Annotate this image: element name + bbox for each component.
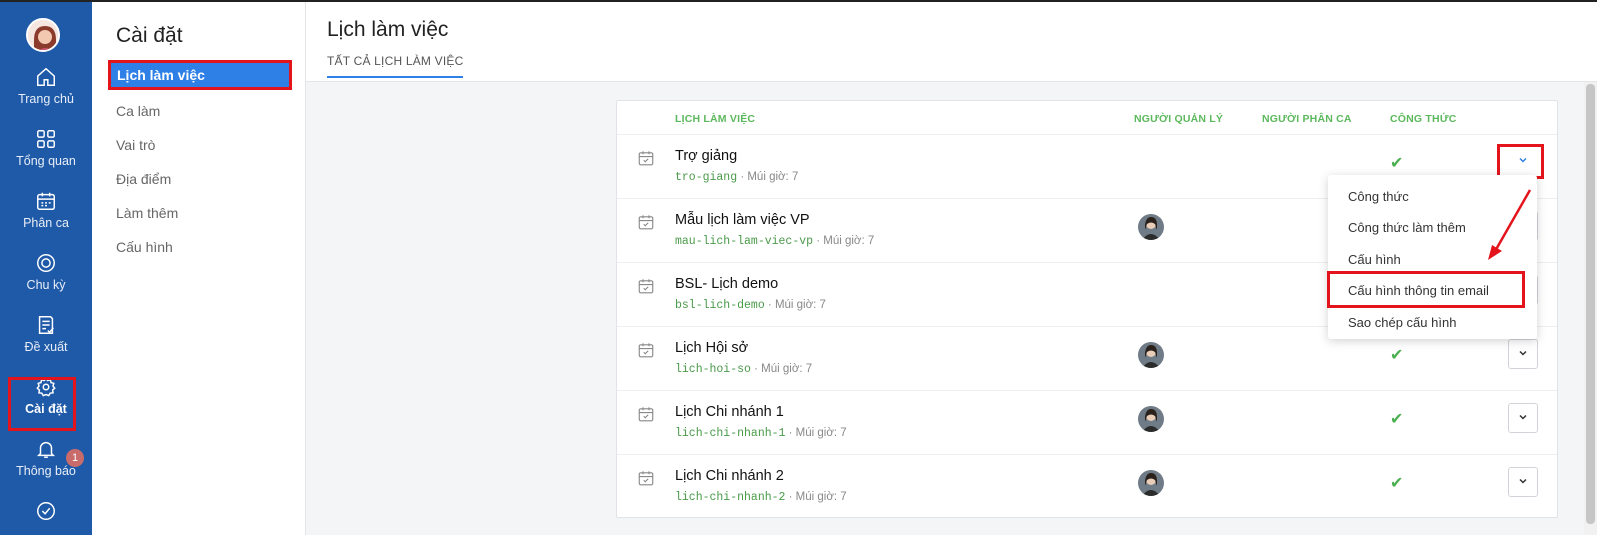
column-header-formula: CÔNG THỨC [1390,113,1457,125]
rail-shift[interactable]: Phân ca [0,190,92,250]
grid-icon [37,130,55,148]
schedule-slug: tro-giang [675,171,738,184]
schedule-slug: lich-chi-nhanh-1 [675,427,786,440]
settings-menu-role[interactable]: Vai trò [110,130,290,160]
menu-option-overtime-formula[interactable]: Công thức làm thêm [1348,220,1466,235]
schedule-timezone: · Múi giờ: 7 [764,299,826,311]
settings-panel: Cài đặt Lịch làm việc Ca làm Vai trò Địa… [92,2,306,535]
rail-home[interactable]: Trang chủ [0,66,92,126]
schedule-timezone: · Múi giờ: 7 [750,363,813,375]
notification-badge: 1 [66,449,84,467]
annotation-arrow [1488,189,1532,260]
settings-title: Cài đặt [116,24,183,47]
column-header-manager: NGƯỜI QUẢN LÝ [1134,113,1224,125]
user-avatar[interactable] [26,18,60,52]
highlight-box-email-config [1327,271,1525,308]
calendar-check-icon [637,405,655,428]
settings-menu-overtime[interactable]: Làm thêm [110,198,290,228]
row-dropdown-button[interactable] [1508,403,1538,433]
schedule-name[interactable]: Lịch Hội sở [675,340,748,356]
rail-overview-label: Tổng quan [16,154,76,168]
schedule-slug: lich-chi-nhanh-2 [675,491,786,504]
manager-avatar [1138,470,1164,496]
schedule-name[interactable]: Lịch Chi nhánh 2 [675,468,784,484]
chevron-down-icon [1519,350,1527,356]
schedule-timezone: · Múi giờ: 7 [813,235,875,247]
schedule-slug: bsl-lich-demo [675,299,765,312]
home-icon [37,67,55,86]
calendar-check-icon [637,213,655,236]
schedule-name[interactable]: Mẫu lịch làm việc VP [675,212,810,228]
schedule-timezone: · Múi giờ: 7 [785,491,847,503]
manager-avatar [1138,406,1164,432]
rail-home-label: Trang chủ [18,92,74,106]
schedule-name[interactable]: Lịch Chi nhánh 1 [675,404,784,420]
manager-avatar [1138,214,1164,240]
chevron-down-icon [1519,478,1527,484]
page-title: Lịch làm việc [327,18,449,41]
settings-menu-config[interactable]: Cấu hình [110,232,290,262]
formula-check-icon: ✔ [1390,347,1404,364]
highlight-box-dropdown-button [1497,144,1544,179]
table-row[interactable]: Lịch Chi nhánh 2 lich-chi-nhanh-2 · Múi g… [617,454,1557,518]
rail-overview[interactable]: Tổng quan [0,128,92,188]
schedule-meta: lich-hoi-so · Múi giờ: 7 [675,363,812,376]
column-header-assigner: NGƯỜI PHÂN CA [1262,113,1352,125]
schedule-name[interactable]: BSL- Lịch demo [675,276,778,292]
schedule-timezone: · Múi giờ: 7 [785,427,847,439]
left-rail: Trang chủ Tổng quan Phân ca Chu kỳ Đề xu… [0,2,92,535]
table-row[interactable]: Lịch Chi nhánh 1 lich-chi-nhanh-1 · Múi g… [617,390,1557,454]
rail-cycle-label: Chu kỳ [26,278,66,292]
schedule-slug: lich-hoi-so [675,363,751,376]
proposal-icon [38,316,54,334]
calendar-icon [37,192,55,210]
schedule-meta: tro-giang · Múi giờ: 7 [675,171,798,184]
tab-all-schedules[interactable]: TẤT CẢ LỊCH LÀM VIỆC [327,54,464,78]
scrollbar[interactable] [1584,82,1597,535]
formula-check-icon: ✔ [1390,155,1404,172]
main-header: Lịch làm việc TẤT CẢ LỊCH LÀM VIỆC [306,2,1597,82]
schedule-slug: mau-lich-lam-viec-vp [675,235,814,248]
settings-menu-shift[interactable]: Ca làm [110,96,290,126]
settings-menu-location[interactable]: Địa điểm [110,164,290,194]
bell-icon [36,441,56,458]
calendar-check-icon [637,149,655,172]
column-header-schedule: LỊCH LÀM VIỆC [675,113,756,125]
check-circle-icon [37,502,55,520]
menu-option-formula[interactable]: Công thức [1348,189,1409,204]
schedule-meta: lich-chi-nhanh-1 · Múi giờ: 7 [675,427,847,440]
menu-option-config[interactable]: Cấu hình [1348,252,1401,267]
row-dropdown-button[interactable] [1508,339,1538,369]
highlight-box-settings [8,377,76,431]
formula-check-icon: ✔ [1390,411,1404,428]
rail-proposal-label: Đề xuất [24,340,68,354]
schedule-meta: lich-chi-nhanh-2 · Múi giờ: 7 [675,491,847,504]
cycle-icon [37,254,55,272]
settings-menu-schedule[interactable]: Lịch làm việc [108,60,292,90]
top-border [0,0,1597,2]
rail-proposal[interactable]: Đề xuất [0,314,92,374]
scrollbar-thumb[interactable] [1586,84,1595,524]
row-dropdown-button[interactable] [1508,467,1538,497]
schedule-timezone: · Múi giờ: 7 [737,171,799,183]
calendar-check-icon [637,277,655,300]
calendar-check-icon [637,469,655,492]
manager-avatar [1138,342,1164,368]
chevron-down-icon [1519,414,1527,420]
rail-shift-label: Phân ca [23,216,69,230]
rail-more[interactable] [0,500,92,535]
rail-cycle[interactable]: Chu kỳ [0,252,92,312]
schedule-name[interactable]: Trợ giảng [675,148,737,164]
schedule-meta: mau-lich-lam-viec-vp · Múi giờ: 7 [675,235,874,248]
calendar-check-icon [637,341,655,364]
formula-check-icon: ✔ [1390,475,1404,492]
menu-option-copy-config[interactable]: Sao chép cấu hình [1348,315,1456,330]
rail-notifications[interactable]: Thông báo [0,438,92,498]
schedule-meta: bsl-lich-demo · Múi giờ: 7 [675,299,826,312]
